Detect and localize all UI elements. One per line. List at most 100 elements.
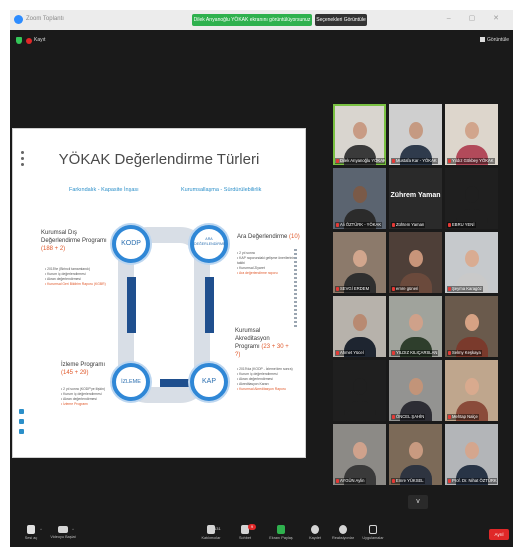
chat-unread-badge: 9	[248, 524, 256, 530]
grid-icon	[480, 37, 486, 42]
participant-tile[interactable]: Mustafa Kar - YÖKAK	[389, 104, 442, 165]
participant-video-body	[343, 401, 376, 421]
meeting-info-bar: Kayıt Görüntüle	[10, 30, 513, 52]
recording-icon	[26, 38, 32, 44]
reactions-button[interactable]: Reaksiyonlar	[330, 525, 356, 541]
participant-tile[interactable]: SEVGİ ERDEM	[333, 232, 386, 293]
gallery-view-button[interactable]: Görüntüle	[480, 36, 509, 45]
participant-name: Prof. Dr. Nihat ÖZTÜRK	[452, 478, 497, 483]
circle-ara-degerlendirme: ARA DEĞERLENDİRME	[190, 225, 228, 263]
participant-name-label: Şeyma Karagöz	[447, 286, 483, 292]
participant-count: 131	[214, 526, 221, 531]
slide-title: YÖKAK Değerlendirme Türleri	[58, 151, 260, 168]
participant-tile[interactable]: emre güneri	[389, 232, 442, 293]
unmute-button[interactable]: ^ Sesi aç	[18, 525, 44, 541]
participant-tile[interactable]: Ahmet Yücel	[333, 296, 386, 357]
recording-label: Kayıt	[34, 37, 46, 43]
participant-tile[interactable]: Prof. Dr. Nihat ÖZTÜRK	[445, 424, 498, 485]
participant-name: Emre YÜKSEL	[396, 478, 424, 483]
kodp-title: Kurumsal Dış Değerlendirme Programı	[41, 230, 107, 244]
participant-name: emre güneri	[396, 286, 419, 291]
gallery-next-page-button[interactable]: v	[408, 495, 428, 509]
chat-button[interactable]: 9 Sohbet	[232, 524, 258, 541]
participant-tile[interactable]: Emre YÜKSEL	[389, 424, 442, 485]
meeting-toolbar: ^ Sesi aç ^ Videoyu Başlat 131 Katılımcı…	[10, 522, 513, 547]
participant-name: SEVGİ ERDEM	[340, 286, 370, 291]
apps-icon	[369, 525, 377, 534]
participant-name-label: EBRU YENİ	[447, 222, 476, 228]
participant-name: AYGÜN Aylin	[340, 478, 365, 483]
izleme-item: İzleme Programı	[61, 402, 111, 407]
participant-video	[352, 250, 367, 267]
izleme-heading: İzleme Programı (145 + 29)	[61, 361, 109, 377]
aa-heading: Ara Değerlendirme (10)	[237, 233, 301, 241]
participant-tile[interactable]: ÖNCEL ŞAHİN	[389, 360, 442, 421]
window-controls[interactable]: – ▢ ✕	[447, 14, 507, 22]
participant-tile[interactable]: Dilek Arıyanoğlu YÖKAK	[333, 104, 386, 165]
screen-share-banner: Dilek Arıyanoğlu YÖKAK ekranını görüntül…	[192, 14, 312, 26]
participant-name-label: Zühtem Yaman	[391, 222, 426, 228]
participant-name: YILDIZ KILIÇARSLAN	[396, 350, 438, 355]
muted-microphone-icon	[336, 351, 339, 355]
participant-tile[interactable]: Selmy Keşkaya	[445, 296, 498, 357]
title-bar: Zoom Toplantı Dilek Arıyanoğlu YÖKAK ekr…	[10, 10, 513, 30]
arrow-up-icon	[205, 277, 214, 333]
security-shield-icon[interactable]	[16, 37, 22, 44]
record-icon	[311, 525, 319, 534]
record-label: Kaydet	[309, 536, 321, 540]
view-options-button[interactable]: Seçenekleri Görüntüle	[315, 14, 367, 26]
participant-video	[464, 378, 479, 395]
participant-name-label: emre güneri	[391, 286, 420, 292]
aa-item: Ara değerlendirme raporu	[237, 271, 295, 276]
participant-name-label: Ali ÖZTÜRK - YÖKAK	[335, 222, 383, 228]
kap-list: 2019'da (KODP - İzleme'den sonra) Kurum …	[237, 367, 295, 392]
aa-title: Ara Değerlendirme	[237, 234, 288, 240]
share-screen-label: Ekranı Paylaş	[269, 536, 293, 540]
participant-tile[interactable]: Ali ÖZTÜRK - YÖKAK	[333, 168, 386, 229]
participant-tile[interactable]: Şeyma Karagöz	[445, 232, 498, 293]
participant-tile[interactable]: Zührem Yaman Zühtem Yaman	[389, 168, 442, 229]
chevron-up-icon[interactable]: ^	[40, 527, 42, 532]
reactions-label: Reaksiyonlar	[332, 536, 354, 540]
participant-tile[interactable]	[333, 360, 386, 421]
participant-name-label: Emre YÜKSEL	[391, 478, 425, 484]
participant-name-label: ÖNCEL ŞAHİN	[391, 414, 426, 420]
muted-microphone-icon	[336, 479, 339, 483]
leave-meeting-button[interactable]: Ayrıl	[489, 529, 509, 540]
participant-tile[interactable]: Yıldız Gökbey YÖKAK	[445, 104, 498, 165]
slide-nav-icon	[19, 429, 24, 434]
participant-video	[352, 186, 367, 203]
gallery-view-label: Görüntüle	[487, 37, 509, 43]
start-video-label: Videoyu Başlat	[50, 535, 76, 539]
shared-screen: YÖKAK Değerlendirme Türleri Farkındalık …	[12, 128, 306, 458]
participant-tile[interactable]: AYGÜN Aylin	[333, 424, 386, 485]
muted-microphone-icon	[448, 351, 451, 355]
share-screen-button[interactable]: Ekranı Paylaş	[268, 525, 294, 541]
participant-video	[408, 378, 423, 395]
start-video-button[interactable]: ^ Videoyu Başlat	[50, 525, 76, 540]
chevron-up-icon[interactable]: ^	[72, 527, 74, 532]
participant-name: Mehtap Nalçe	[452, 414, 478, 419]
record-button[interactable]: Kaydet	[302, 525, 328, 541]
participants-button[interactable]: 131 Katılımcılar	[198, 525, 224, 541]
izleme-count: (145 + 29)	[61, 370, 89, 376]
participant-name: Yıldız Gökbey YÖKAK	[452, 158, 494, 163]
participant-tile[interactable]: YILDIZ KILIÇARSLAN	[389, 296, 442, 357]
participant-name-label: YILDIZ KILIÇARSLAN	[391, 350, 439, 356]
apps-button[interactable]: Uygulamalar	[360, 525, 386, 541]
kodp-heading: Kurumsal Dış Değerlendirme Programı (188…	[41, 229, 107, 253]
muted-microphone-icon	[448, 159, 451, 163]
microphone-muted-icon	[27, 525, 35, 534]
muted-microphone-icon	[392, 415, 395, 419]
participant-video	[408, 442, 423, 459]
chat-label: Sohbet	[238, 536, 252, 540]
muted-microphone-icon	[392, 479, 395, 483]
kap-heading: Kurumsal Akreditasyon Programı (23 + 30 …	[235, 327, 295, 359]
muted-microphone-icon	[392, 159, 395, 163]
participant-display-name: Zührem Yaman	[390, 192, 441, 199]
slide-side-label	[294, 249, 297, 329]
muted-microphone-icon	[336, 287, 339, 291]
participant-tile[interactable]: Mehtap Nalçe	[445, 360, 498, 421]
participant-name: Mustafa Kar - YÖKAK	[396, 158, 437, 163]
participant-tile[interactable]: EBRU YENİ	[445, 168, 498, 229]
